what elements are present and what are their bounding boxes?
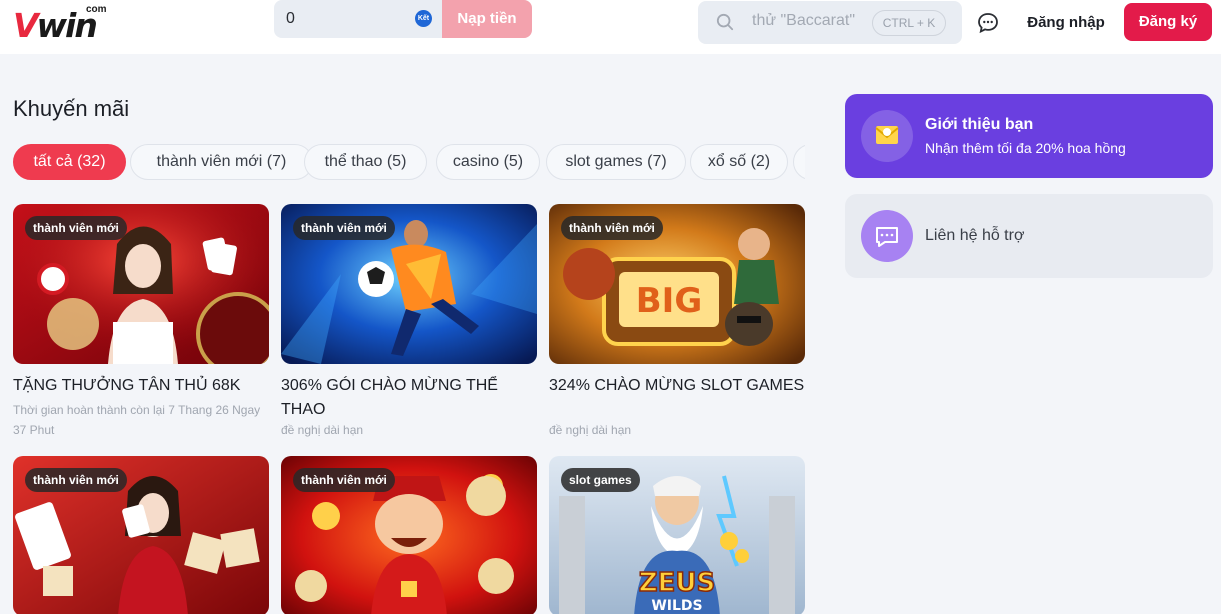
card-badge: thành viên mới <box>293 468 395 492</box>
tab-new-members[interactable]: thành viên mới (7) <box>130 144 313 180</box>
search-input[interactable] <box>752 12 872 30</box>
top-header: Vwin com 0 Kết Nạp tiền CTRL + K Đăng nh… <box>0 0 1221 54</box>
card-title: TẶNG THƯỞNG TÂN THỦ 68K <box>13 377 241 394</box>
register-button[interactable]: Đăng ký <box>1124 3 1212 41</box>
currency-coin-icon: Kết <box>415 10 432 27</box>
card-subtitle: đề nghị dài hạn <box>281 423 364 437</box>
card-badge: thành viên mới <box>561 216 663 240</box>
logo-suffix: com <box>86 4 107 15</box>
card-badge: thành viên mới <box>25 468 127 492</box>
tab-sports[interactable]: thể thao (5) <box>304 144 427 180</box>
refer-title: Giới thiệu bạn <box>925 116 1034 133</box>
promo-image-big-win-slot: BIG thành viên mới <box>549 204 805 364</box>
card-badge: thành viên mới <box>293 216 395 240</box>
tab-casino[interactable]: casino (5) <box>436 144 540 180</box>
card-title: 324% CHÀO MỪNG SLOT GAMES <box>549 377 805 394</box>
card-subtitle: đề nghị dài hạn <box>549 423 632 437</box>
tab-more[interactable] <box>793 144 805 180</box>
chat-icon[interactable] <box>976 11 1000 35</box>
svg-text:WILDS: WILDS <box>651 598 702 614</box>
deposit-button[interactable]: Nạp tiền <box>442 0 532 38</box>
refer-subtitle: Nhận thêm tối đa 20% hoa hồng <box>925 140 1126 156</box>
search-shortcut-hint: CTRL + K <box>872 10 946 36</box>
svg-text:ZEUS: ZEUS <box>639 568 715 598</box>
card-title: 306% GÓI CHÀO MỪNG THỂ THAO <box>281 377 498 418</box>
promo-image-soccer: thành viên mới <box>281 204 537 364</box>
refer-friend-card[interactable]: Giới thiệu bạn Nhận thêm tối đa 20% hoa … <box>845 94 1213 178</box>
page-title: Khuyến mãi <box>13 96 130 121</box>
balance-display: 0 Kết <box>274 0 442 38</box>
card-subtitle: Thời gian hoàn thành còn lại 7 Thang 26 … <box>13 403 261 437</box>
category-tabs: tất cả (32) thành viên mới (7) thể thao … <box>13 144 805 180</box>
promo-image-mighty-zeus: ZEUS WILDS slot games <box>549 456 805 614</box>
tab-slot-games[interactable]: slot games (7) <box>546 144 686 180</box>
svg-text:BIG: BIG <box>636 281 702 321</box>
search-bar[interactable]: CTRL + K <box>698 1 962 44</box>
chat-bubble-icon <box>861 210 913 262</box>
support-label: Liên hệ hỗ trợ <box>925 227 1025 244</box>
tab-all[interactable]: tất cả (32) <box>13 144 126 180</box>
contact-support-card[interactable]: Liên hệ hỗ trợ <box>845 194 1213 278</box>
promo-image-god-of-wealth: thành viên mới <box>281 456 537 614</box>
card-badge: slot games <box>561 468 640 492</box>
balance-value: 0 <box>286 10 295 27</box>
search-icon <box>716 13 734 31</box>
login-button[interactable]: Đăng nhập <box>1018 10 1114 36</box>
envelope-icon <box>861 110 913 162</box>
tab-lottery[interactable]: xổ số (2) <box>690 144 788 180</box>
card-badge: thành viên mới <box>25 216 127 240</box>
promo-image-casino-hostess: thành viên mới <box>13 204 269 364</box>
promo-image-woman-cards: thành viên mới <box>13 456 269 614</box>
